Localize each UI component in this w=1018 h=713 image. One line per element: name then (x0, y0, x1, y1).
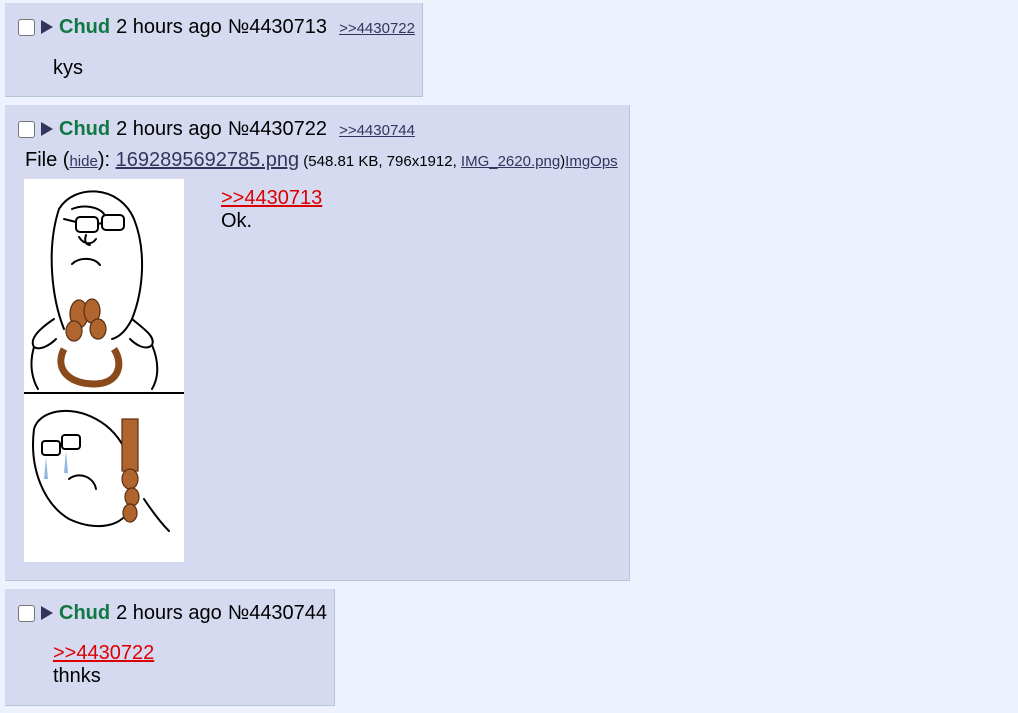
file-label: File ( (25, 149, 70, 171)
post-message-block: >>4430713 Ok. (221, 187, 322, 233)
post-time: 2 hours ago (116, 15, 222, 38)
post-header: Chud 2 hours ago №4430722 >>4430744 (18, 117, 415, 141)
post-message-block: >>4430722 thnks (53, 642, 154, 688)
file-name-link[interactable]: 1692895692785.png (116, 149, 300, 171)
post-message: Ok. (221, 210, 253, 232)
poster-name: Chud (59, 601, 111, 624)
backlink[interactable]: >>4430722 (339, 20, 415, 37)
post-4430722: Chud 2 hours ago №4430722 >>4430744 File… (5, 105, 630, 581)
post-header: Chud 2 hours ago №4430713 >>4430722 (18, 15, 415, 39)
original-filename-link[interactable]: IMG_2620.png (461, 153, 560, 170)
post-time: 2 hours ago (116, 117, 222, 140)
backlink[interactable]: >>4430744 (339, 122, 415, 139)
post-menu-triangle-icon[interactable] (41, 606, 53, 620)
quote-link[interactable]: >>4430713 (221, 187, 322, 210)
quote-link[interactable]: >>4430722 (53, 642, 154, 665)
post-number[interactable]: №4430713 (228, 16, 327, 39)
post-number[interactable]: №4430744 (228, 602, 327, 625)
file-label-close: ): (97, 149, 116, 171)
file-info: File (hide): 1692895692785.png (548.81 K… (25, 149, 618, 172)
post-header: Chud 2 hours ago №4430744 (18, 601, 327, 625)
post-4430744: Chud 2 hours ago №4430744 >>4430722 thnk… (5, 589, 335, 706)
post-message: thnks (53, 665, 101, 687)
imgops-link[interactable]: ImgOps (565, 153, 618, 170)
wojak-noose-comic-thumbnail[interactable] (24, 179, 184, 562)
checkbox-icon[interactable] (18, 120, 35, 138)
post-number[interactable]: №4430722 (228, 118, 327, 141)
post-menu-triangle-icon[interactable] (41, 122, 53, 136)
post-time: 2 hours ago (116, 601, 222, 624)
poster-name: Chud (59, 15, 111, 38)
post-4430713: Chud 2 hours ago №4430713 >>4430722 kys (5, 3, 423, 97)
post-menu-triangle-icon[interactable] (41, 20, 53, 34)
checkbox-icon[interactable] (18, 604, 35, 622)
post-message: kys (53, 57, 83, 79)
file-meta: (548.81 KB, 796x1912, (299, 153, 461, 170)
checkbox-icon[interactable] (18, 18, 35, 36)
hide-image-link[interactable]: hide (69, 153, 97, 170)
poster-name: Chud (59, 117, 111, 140)
